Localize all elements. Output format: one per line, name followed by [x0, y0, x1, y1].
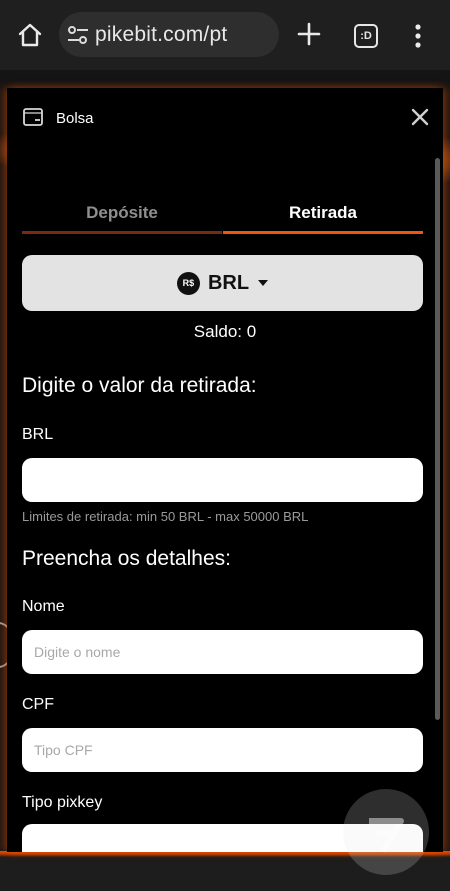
limits-hint: Limites de retirada: min 50 BRL - max 50…: [22, 509, 309, 524]
modal-header: Bolsa: [7, 88, 443, 148]
wallet-tabs: Depósite Retirada: [22, 193, 423, 234]
more-options-icon[interactable]: [408, 22, 428, 50]
site-settings-icon[interactable]: [67, 25, 89, 45]
tab-withdraw[interactable]: Retirada: [223, 193, 423, 233]
tab-deposit-underline: [22, 231, 222, 234]
close-icon[interactable]: [408, 105, 432, 129]
tab-deposit[interactable]: Depósite: [22, 193, 222, 233]
currency-code: BRL: [207, 271, 250, 294]
pixkey-label: Tipo pixkey: [22, 794, 103, 811]
watermark-logo: [343, 789, 429, 875]
tab-switcher-label: :D: [360, 30, 372, 42]
details-section-title: Preencha os detalhes:: [22, 547, 231, 570]
home-icon[interactable]: [17, 22, 43, 48]
balance-text: Saldo: 0: [193, 322, 257, 341]
tab-withdraw-underline: [223, 231, 423, 234]
currency-selector[interactable]: R$ BRL: [22, 255, 423, 311]
amount-input[interactable]: [22, 458, 423, 502]
wallet-modal: Bolsa Depósite Retirada R$ BRL Saldo: 0 …: [7, 88, 443, 852]
new-tab-icon[interactable]: [296, 21, 322, 47]
url-text: pikebit.com/pt: [95, 23, 228, 46]
amount-section-title: Digite o valor da retirada:: [22, 374, 257, 397]
address-bar[interactable]: pikebit.com/pt: [59, 12, 279, 57]
logo-icon: [369, 818, 404, 853]
wallet-icon: [23, 108, 43, 126]
cpf-input[interactable]: [22, 728, 423, 772]
caret-down-icon: [258, 280, 269, 286]
cpf-label: CPF: [22, 696, 54, 713]
name-input[interactable]: [22, 630, 423, 674]
browser-toolbar: pikebit.com/pt :D: [0, 0, 450, 70]
amount-label: BRL: [22, 426, 54, 443]
name-label: Nome: [22, 598, 65, 615]
tab-switcher-button[interactable]: :D: [354, 24, 378, 48]
modal-scrollbar[interactable]: [435, 158, 440, 720]
brl-currency-icon: R$: [176, 271, 200, 295]
modal-title: Bolsa: [56, 110, 94, 127]
